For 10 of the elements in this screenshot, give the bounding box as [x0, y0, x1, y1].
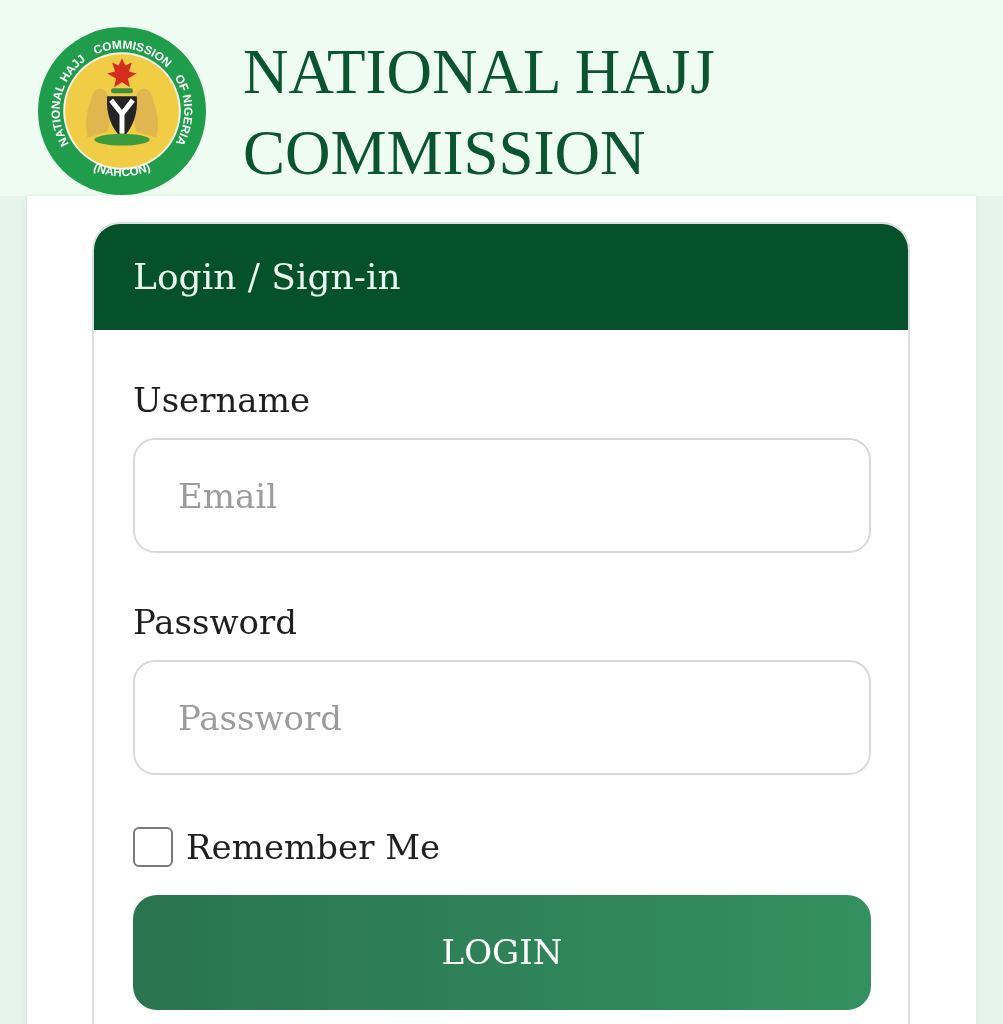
field-label: Username — [133, 380, 310, 420]
remember-me-label: Remember Me — [186, 827, 441, 867]
card-title: Login / Sign-in — [133, 255, 401, 299]
site-title: NATIONAL HAJJ COMMISSION — [243, 36, 716, 190]
input-field[interactable]: Email — [133, 438, 871, 553]
remember-me-checkbox[interactable] — [133, 827, 173, 867]
input-field[interactable]: Password — [133, 660, 871, 775]
login-button[interactable]: LOGIN — [133, 895, 871, 1010]
logo-acronym-text: (NAHCON) — [91, 159, 153, 180]
field-label: Password — [133, 602, 298, 642]
